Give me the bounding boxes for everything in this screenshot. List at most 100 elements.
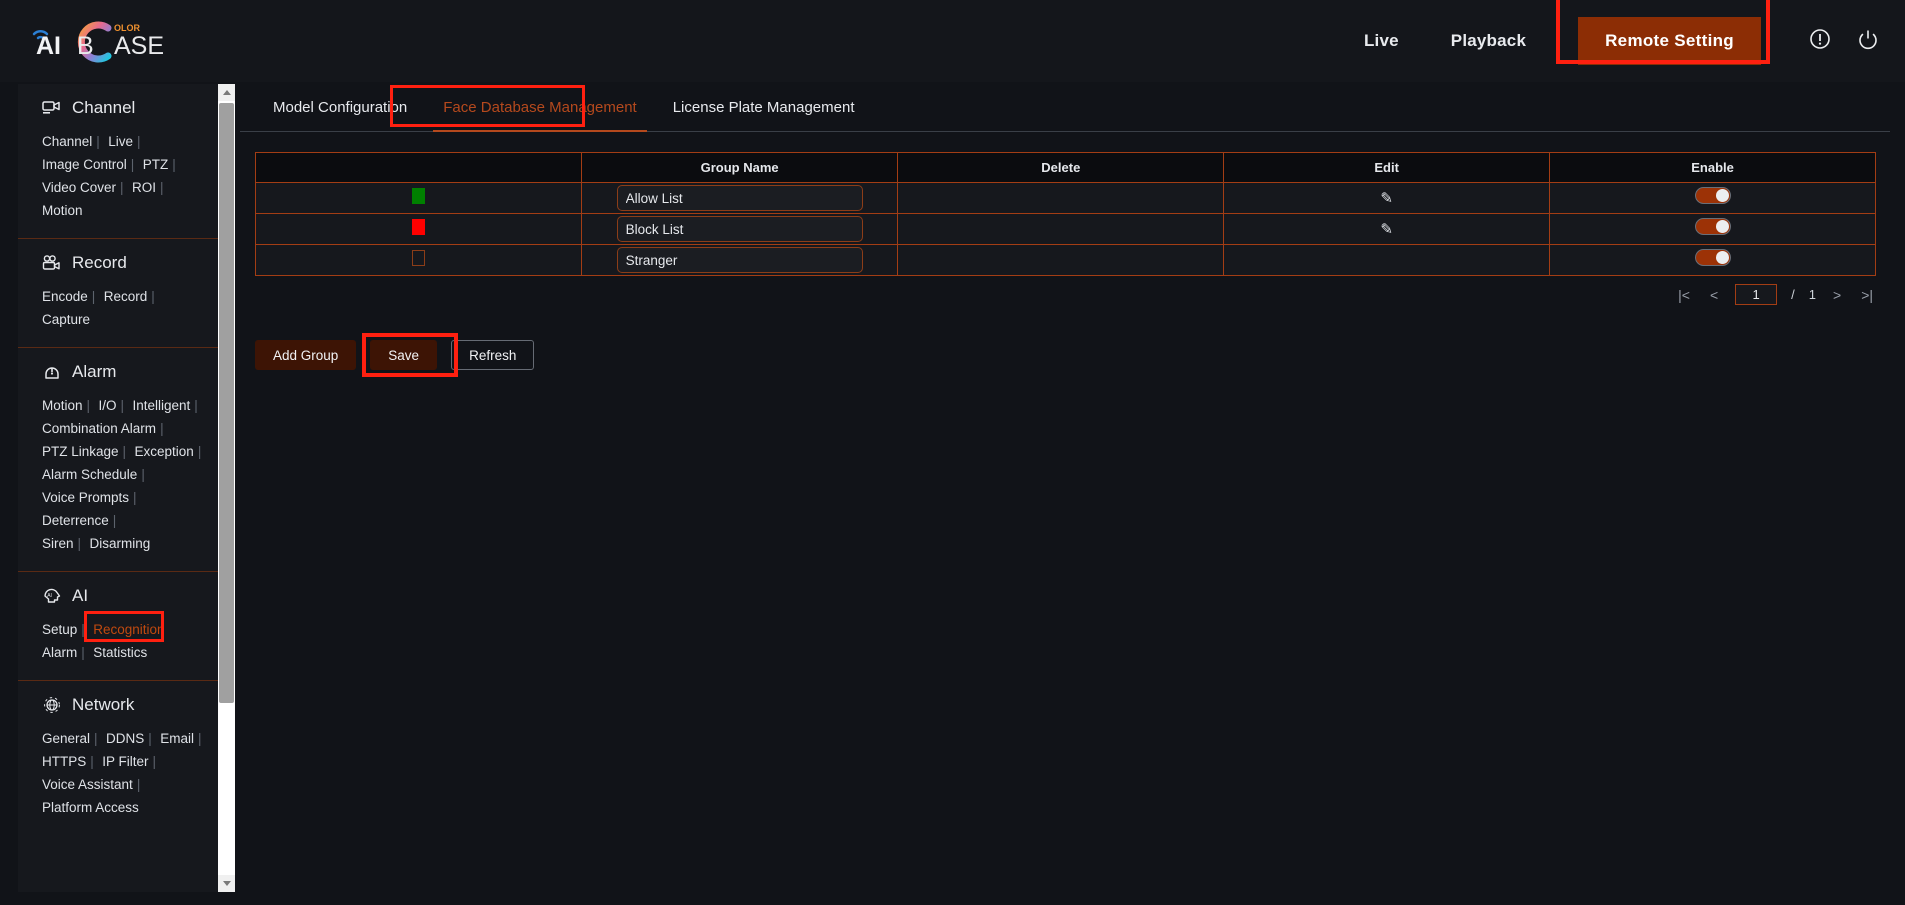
sidebar-item-statistics[interactable]: Statistics <box>93 645 147 660</box>
pagination-first-button[interactable]: |< <box>1675 287 1693 303</box>
pagination: |< < / 1 > >| <box>255 276 1876 313</box>
sidebar-item-channel[interactable]: Channel <box>42 134 92 149</box>
sidebar-item-disarming[interactable]: Disarming <box>89 536 150 551</box>
svg-text:OLOR: OLOR <box>114 23 140 33</box>
sidebar-item-ddns[interactable]: DDNS <box>106 731 144 746</box>
enable-toggle[interactable] <box>1694 218 1731 235</box>
tab-license-plate-management[interactable]: License Plate Management <box>655 84 873 132</box>
link-separator: | <box>81 645 85 660</box>
sidebar-item-record[interactable]: Record <box>104 289 148 304</box>
sidebar-item-deterrence[interactable]: Deterrence <box>42 513 109 528</box>
sidebar-item-alarm-schedule[interactable]: Alarm Schedule <box>42 467 137 482</box>
sidebar-item-ai-alarm[interactable]: Alarm <box>42 645 77 660</box>
link-separator: | <box>120 180 124 195</box>
pagination-page-input[interactable] <box>1735 284 1778 305</box>
alert-info-icon[interactable] <box>1809 28 1831 55</box>
sidebar-scrollbar[interactable] <box>218 84 235 892</box>
link-separator: | <box>172 157 176 172</box>
nav-playback[interactable]: Playback <box>1451 31 1526 51</box>
sidebar-item-io[interactable]: I/O <box>99 398 117 413</box>
row-color-cell <box>255 244 582 276</box>
sidebar-section-channel-header[interactable]: Channel <box>18 98 218 118</box>
sidebar-links-network: General | DDNS | Email | HTTPS | IP Filter | … <box>18 727 218 819</box>
color-swatch[interactable] <box>411 218 425 235</box>
sidebar-item-image-control[interactable]: Image Control <box>42 157 127 172</box>
sidebar-section-ai-header[interactable]: AI AI <box>18 586 218 606</box>
enable-toggle[interactable] <box>1694 187 1731 204</box>
power-icon[interactable] <box>1857 28 1879 55</box>
sidebar-item-siren[interactable]: Siren <box>42 536 74 551</box>
sidebar-item-capture[interactable]: Capture <box>42 312 90 327</box>
link-separator: | <box>94 731 98 746</box>
sidebar-item-general[interactable]: General <box>42 731 90 746</box>
scrollbar-up-arrow-icon[interactable] <box>218 84 235 101</box>
toggle-knob <box>1715 220 1729 233</box>
scrollbar-down-arrow-icon[interactable] <box>218 875 235 892</box>
row-edit-cell <box>1223 244 1551 276</box>
edit-pencil-icon[interactable]: ✎ <box>1380 221 1393 238</box>
row-delete-cell[interactable] <box>897 244 1225 276</box>
enable-toggle[interactable] <box>1694 249 1731 266</box>
link-separator: | <box>160 180 164 195</box>
tab-bar: Model Configuration Face Database Manage… <box>240 84 1890 132</box>
link-separator: | <box>198 731 202 746</box>
sidebar-item-motion-alarm[interactable]: Motion <box>42 398 83 413</box>
sidebar-item-setup[interactable]: Setup <box>42 622 77 637</box>
sidebar-item-voice-assistant[interactable]: Voice Assistant <box>42 777 133 792</box>
save-button[interactable]: Save <box>370 340 438 370</box>
sidebar-item-email[interactable]: Email <box>160 731 194 746</box>
svg-text:ASE: ASE <box>114 32 164 60</box>
scrollbar-thumb[interactable] <box>219 103 234 703</box>
row-delete-cell[interactable] <box>897 213 1225 245</box>
color-swatch[interactable] <box>411 249 425 266</box>
sidebar-item-https[interactable]: HTTPS <box>42 754 86 769</box>
sidebar-item-platform-access[interactable]: Platform Access <box>42 800 139 815</box>
pagination-last-button[interactable]: >| <box>1858 287 1876 303</box>
link-separator: | <box>160 421 164 436</box>
app-header: AI B ASE OLOR Live Playback Remote Setti… <box>0 0 1905 82</box>
sidebar-item-exception[interactable]: Exception <box>135 444 194 459</box>
sidebar-section-network-header[interactable]: Network <box>18 695 218 715</box>
group-name-input[interactable] <box>616 216 863 242</box>
group-name-input[interactable] <box>616 185 863 211</box>
sidebar-section-channel: Channel Channel | Live | Image Control | PT… <box>18 84 218 239</box>
sidebar-item-encode[interactable]: Encode <box>42 289 88 304</box>
group-name-input[interactable] <box>616 247 863 273</box>
pagination-next-button[interactable]: > <box>1830 287 1844 303</box>
sidebar-item-recognition[interactable]: Recognition <box>93 622 164 637</box>
sidebar-item-motion[interactable]: Motion <box>42 203 83 218</box>
svg-text:B: B <box>77 32 94 60</box>
sidebar-item-ptz-linkage[interactable]: PTZ Linkage <box>42 444 119 459</box>
color-swatch[interactable] <box>411 187 425 204</box>
nav-live[interactable]: Live <box>1364 31 1399 51</box>
pagination-prev-button[interactable]: < <box>1707 287 1721 303</box>
sidebar-item-roi[interactable]: ROI <box>132 180 156 195</box>
row-delete-cell[interactable] <box>897 182 1225 214</box>
sidebar-section-record-header[interactable]: Record <box>18 253 218 273</box>
tab-model-configuration[interactable]: Model Configuration <box>255 84 425 132</box>
link-separator: | <box>141 467 145 482</box>
link-separator: | <box>197 444 202 459</box>
refresh-button[interactable]: Refresh <box>451 340 535 370</box>
sidebar-item-video-cover[interactable]: Video Cover <box>42 180 116 195</box>
sidebar-item-ip-filter[interactable]: IP Filter <box>102 754 148 769</box>
link-separator: | <box>137 134 141 149</box>
sidebar-item-voice-prompts[interactable]: Voice Prompts <box>42 490 129 505</box>
remote-setting-button[interactable]: Remote Setting <box>1578 17 1761 65</box>
tab-face-database-management[interactable]: Face Database Management <box>425 84 654 132</box>
sidebar-section-channel-title: Channel <box>72 98 136 117</box>
sidebar-links-channel: Channel | Live | Image Control | PTZ | Video… <box>18 130 218 222</box>
ai-head-icon: AI <box>44 588 61 603</box>
sidebar-item-combination-alarm[interactable]: Combination Alarm <box>42 421 156 436</box>
sidebar-section-alarm: Alarm Motion | I/O | Intelligent | Combinat… <box>18 348 218 572</box>
alarm-bell-icon <box>45 367 59 379</box>
sidebar-item-intelligent[interactable]: Intelligent <box>132 398 190 413</box>
sidebar-section-record: Record Encode | Record | Capture <box>18 239 218 348</box>
sidebar-item-ptz[interactable]: PTZ <box>143 157 169 172</box>
sidebar-item-live[interactable]: Live <box>108 134 133 149</box>
edit-pencil-icon[interactable]: ✎ <box>1380 190 1393 207</box>
add-group-button[interactable]: Add Group <box>255 340 357 370</box>
sidebar[interactable]: Channel Channel | Live | Image Control | PT… <box>18 84 218 892</box>
link-separator: | <box>136 777 141 792</box>
sidebar-section-alarm-header[interactable]: Alarm <box>18 362 218 382</box>
